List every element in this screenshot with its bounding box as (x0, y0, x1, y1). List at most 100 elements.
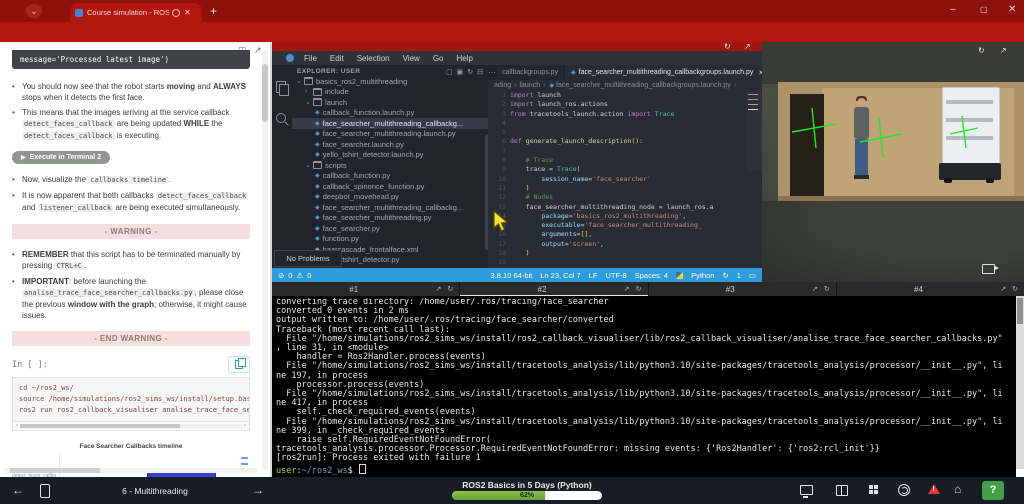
editor-tab-active[interactable]: ◆ face_searcher_multithreading_callbackg… (565, 65, 762, 80)
notebook-hscrollbar[interactable] (4, 468, 258, 473)
breadcrumb-item[interactable]: face_searcher_multithreading_callbackgro… (556, 82, 731, 89)
explorer-icon[interactable] (276, 81, 286, 93)
sim-expand-icon[interactable]: ↗ (1000, 46, 1007, 55)
layout-icon[interactable]: ▭ (749, 271, 756, 280)
desktop-icon[interactable] (800, 485, 813, 495)
breadcrumb[interactable]: ading›launch›◆face_searcher_multithreadi… (488, 80, 762, 91)
status-item[interactable]: Spaces: 4 (635, 271, 668, 280)
file-tree-item[interactable]: ◆face_searcher.py (292, 223, 488, 234)
status-item[interactable]: UTF-8 (605, 271, 626, 280)
file-tree-item[interactable]: ›include (292, 87, 488, 98)
copy-button[interactable] (228, 356, 250, 373)
python-interpreter[interactable]: Python (691, 271, 714, 280)
new-folder-icon[interactable]: ▣ (457, 68, 464, 76)
tab-close-icon[interactable]: ✕ (184, 8, 191, 17)
editor-tab-inactive[interactable]: callbackgroups.py (496, 65, 565, 80)
terminal-output[interactable]: converting trace directory: /home/user/.… (276, 298, 1012, 475)
file-tree-item[interactable]: ⌄basics_ros2_multithreading (292, 76, 488, 87)
settings-icon[interactable] (898, 484, 910, 496)
refresh-icon[interactable]: ↻ (467, 68, 473, 76)
file-tree-item[interactable]: ◆yello_tshirt_detector.launch.py (292, 150, 488, 161)
notebook-icon[interactable] (836, 485, 848, 496)
menu-file[interactable]: File (304, 54, 317, 63)
file-tree-item[interactable]: ◆callback_function.launch.py (292, 108, 488, 119)
menu-selection[interactable]: Selection (357, 54, 390, 63)
scroll-thumb[interactable] (20, 424, 180, 428)
terminal-tab-4[interactable]: #4↗↻ (837, 282, 1024, 296)
sync-icon[interactable]: ↻ (722, 271, 728, 280)
tab-search-button[interactable]: ⌄ (26, 4, 42, 18)
sim-reload-icon[interactable]: ↻ (978, 46, 985, 55)
expand-icon[interactable]: ↗ (1000, 285, 1006, 293)
terminal-tab-2[interactable]: #2↗↻ (460, 282, 648, 296)
breadcrumb-item[interactable]: launch (519, 82, 540, 89)
terminal-tab-1[interactable]: #1↗↻ (272, 282, 460, 296)
terminal-tab-3[interactable]: #3↗↻ (649, 282, 837, 296)
minimap[interactable] (746, 91, 762, 171)
prev-chapter-button[interactable]: ← (12, 483, 24, 497)
code-area[interactable]: 12345678910111213141516171819 import lau… (488, 91, 762, 268)
shell-command-block[interactable]: cd ~/ros2_ws/source /home/simulations/ro… (12, 377, 250, 422)
restart-icon[interactable]: ↻ (1012, 285, 1018, 293)
execute-terminal2-button[interactable]: ▶Execute in Terminal 2 (12, 151, 110, 164)
ide-expand-icon[interactable]: ↗ (744, 42, 751, 51)
warning-icon[interactable] (928, 484, 940, 494)
next-chapter-button[interactable]: → (252, 483, 264, 497)
file-tree-item[interactable]: ◆face_searcher_multithreading.py (292, 213, 488, 224)
scroll-right-icon[interactable]: › (244, 423, 246, 429)
file-tree-item[interactable]: ◆face_searcher_multithreading.launch.py (292, 129, 488, 140)
expand-icon[interactable]: ↗ (436, 285, 442, 293)
new-file-icon[interactable]: ▢ (446, 68, 453, 76)
file-tree-item[interactable]: ◆callback_spinonce_function.py (292, 181, 488, 192)
apps-grid-icon[interactable] (869, 485, 873, 489)
help-button[interactable]: ? (982, 481, 1004, 500)
file-tree-item[interactable]: ⌄launch (292, 97, 488, 108)
status-item[interactable]: LF (589, 271, 598, 280)
file-tree-item[interactable]: ◆face_searcher.launch.py (292, 139, 488, 150)
file-tree-item[interactable]: ◆face_searcher_multithreading_callbackg.… (292, 202, 488, 213)
restart-icon[interactable]: ↻ (447, 285, 453, 293)
file-tree-item[interactable]: ◆face_searcher_multithreading_callbackg.… (292, 118, 488, 129)
breadcrumb-item[interactable]: ading (494, 82, 511, 89)
window-maximize-button[interactable]: ▢ (980, 2, 988, 18)
home-icon[interactable]: ⌂ (954, 482, 961, 496)
terminal-vscrollbar[interactable] (1016, 296, 1024, 477)
warnings-icon[interactable]: ⚠ (296, 271, 303, 280)
errors-icon[interactable]: ⊘ (278, 271, 284, 280)
expand-icon[interactable]: ↗ (812, 285, 818, 293)
scroll-thumb[interactable] (1017, 298, 1023, 324)
status-item[interactable]: Ln 23, Col 7 (540, 271, 580, 280)
menu-edit[interactable]: Edit (330, 54, 344, 63)
collapse-all-icon[interactable]: ⊟ (477, 68, 483, 76)
camera-icon[interactable] (982, 264, 995, 274)
file-tree-item[interactable]: ◆deepbot_movehead.py (292, 192, 488, 203)
status-item[interactable]: 3.8.10 64-bit (491, 271, 533, 280)
device-icon[interactable] (40, 484, 50, 498)
menu-help[interactable]: Help (456, 54, 472, 63)
scroll-left-icon[interactable]: ‹ (16, 423, 18, 429)
tab-overflow-icon[interactable]: ⋯ (488, 65, 496, 80)
menu-go[interactable]: Go (433, 54, 444, 63)
search-icon[interactable] (276, 113, 286, 123)
window-close-button[interactable]: ✕ (1008, 2, 1016, 18)
menu-view[interactable]: View (403, 54, 420, 63)
file-tree-item[interactable]: ◆callback_function.py (292, 171, 488, 182)
simulation-viewport[interactable]: ↻ ↗ (762, 42, 1024, 282)
file-tree-item[interactable]: ◆function.py (292, 234, 488, 245)
browser-tab[interactable]: Course simulation - ROS2 I ✕ (70, 3, 202, 22)
resize-grip[interactable] (1016, 469, 1024, 477)
file-icon: ◆ (315, 130, 320, 137)
scroll-thumb[interactable] (10, 468, 100, 473)
window-minimize-button[interactable]: – (950, 2, 956, 18)
file-tree-item[interactable]: ⌄scripts (292, 160, 488, 171)
scroll-thumb[interactable] (262, 64, 268, 122)
restart-icon[interactable]: ↻ (824, 285, 830, 293)
notebook-vscrollbar[interactable] (262, 50, 268, 470)
cell-prompt-label: In [ ]: (12, 360, 48, 370)
new-tab-button[interactable]: + (210, 4, 217, 18)
expand-icon[interactable]: ↗ (624, 285, 630, 293)
shell-hscrollbar[interactable]: ‹ › (12, 422, 250, 431)
notebook-expand-icon[interactable]: ↗ (254, 45, 262, 56)
ide-reload-icon[interactable]: ↻ (724, 42, 731, 51)
restart-icon[interactable]: ↻ (636, 285, 642, 293)
